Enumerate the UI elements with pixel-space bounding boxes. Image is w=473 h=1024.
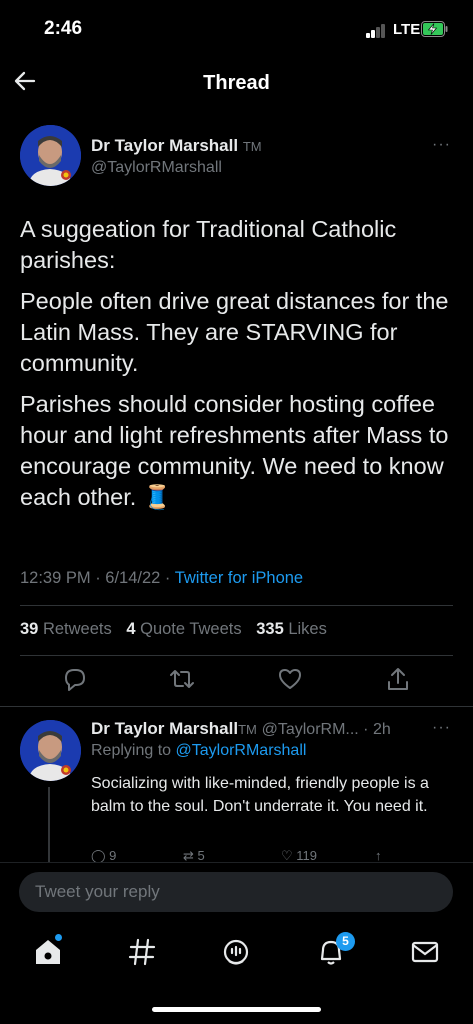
reply-more-icon[interactable]: ··· [432, 719, 451, 737]
replying-handle-link[interactable]: @TaylorRMarshall [176, 742, 307, 759]
like-heart-icon[interactable] [276, 665, 304, 693]
reply-avatar[interactable] [20, 720, 81, 781]
network-type: LTE [393, 21, 421, 38]
status-time: 2:46 [44, 18, 83, 39]
cellular-signal-icon [366, 24, 388, 38]
reply-like-icon[interactable]: ♡ 119 [281, 850, 317, 862]
battery-charging-icon [421, 21, 448, 37]
thread-line [48, 787, 50, 862]
reply-author[interactable]: Dr Taylor MarshallTM @TaylorRM... · 2h [91, 719, 391, 739]
messages-mail-icon[interactable] [407, 934, 443, 970]
tweet-paragraph: People often drive great distances for t… [20, 288, 449, 376]
reply-actions: ◯ 9 ⇄ 5 ♡ 119 ↑ [91, 850, 391, 862]
reply-input[interactable] [19, 872, 453, 912]
author-name[interactable]: Dr Taylor Marshall TM [91, 136, 262, 156]
divider [0, 706, 473, 707]
tweet-stats: 39 Retweets 4 Quote Tweets 335 Likes [20, 620, 327, 639]
tweet-meta: 12:39 PM · 6/14/22 · Twitter for iPhone [20, 569, 303, 588]
notifications-badge: 5 [336, 932, 355, 951]
home-unread-dot [55, 934, 62, 941]
explore-hashtag-icon[interactable] [124, 934, 160, 970]
reply-retweet-icon[interactable]: ⇄ 5 [183, 850, 205, 862]
retweets-stat[interactable]: 39 Retweets [20, 620, 112, 638]
tweet-timestamp: 12:39 PM · 6/14/22 · [20, 569, 175, 587]
spaces-icon[interactable] [218, 934, 254, 970]
retweet-icon[interactable] [168, 665, 196, 693]
more-options-icon[interactable]: ··· [432, 136, 451, 154]
author-handle[interactable]: @TaylorRMarshall [91, 159, 222, 177]
reply-composer[interactable] [19, 872, 453, 912]
reply-reply-icon[interactable]: ◯ 9 [91, 850, 116, 862]
page-title: Thread [203, 72, 270, 94]
avatar[interactable] [20, 125, 81, 186]
tweet-actions [0, 665, 473, 697]
replying-to: Replying to @TaylorRMarshall [91, 742, 307, 759]
divider [20, 655, 453, 656]
reply-text: Socializing with like-minded, friendly p… [91, 775, 429, 815]
quotes-stat[interactable]: 4 Quote Tweets [126, 620, 241, 638]
reply-icon[interactable] [60, 665, 88, 693]
tweet-body: A suggeation for Traditional Catholic pa… [20, 214, 460, 523]
likes-stat[interactable]: 335 Likes [256, 620, 327, 638]
reply-share-icon[interactable]: ↑ [375, 850, 382, 862]
tweet-paragraph: A suggeation for Traditional Catholic pa… [20, 216, 397, 273]
home-indicator[interactable] [152, 1007, 321, 1012]
tweet-source-link[interactable]: Twitter for iPhone [175, 569, 303, 587]
status-bar: 2:46 LTE [0, 0, 473, 60]
divider [20, 605, 453, 606]
share-icon[interactable] [384, 665, 412, 693]
tweet-paragraph: Parishes should consider hosting coffee … [20, 391, 449, 510]
